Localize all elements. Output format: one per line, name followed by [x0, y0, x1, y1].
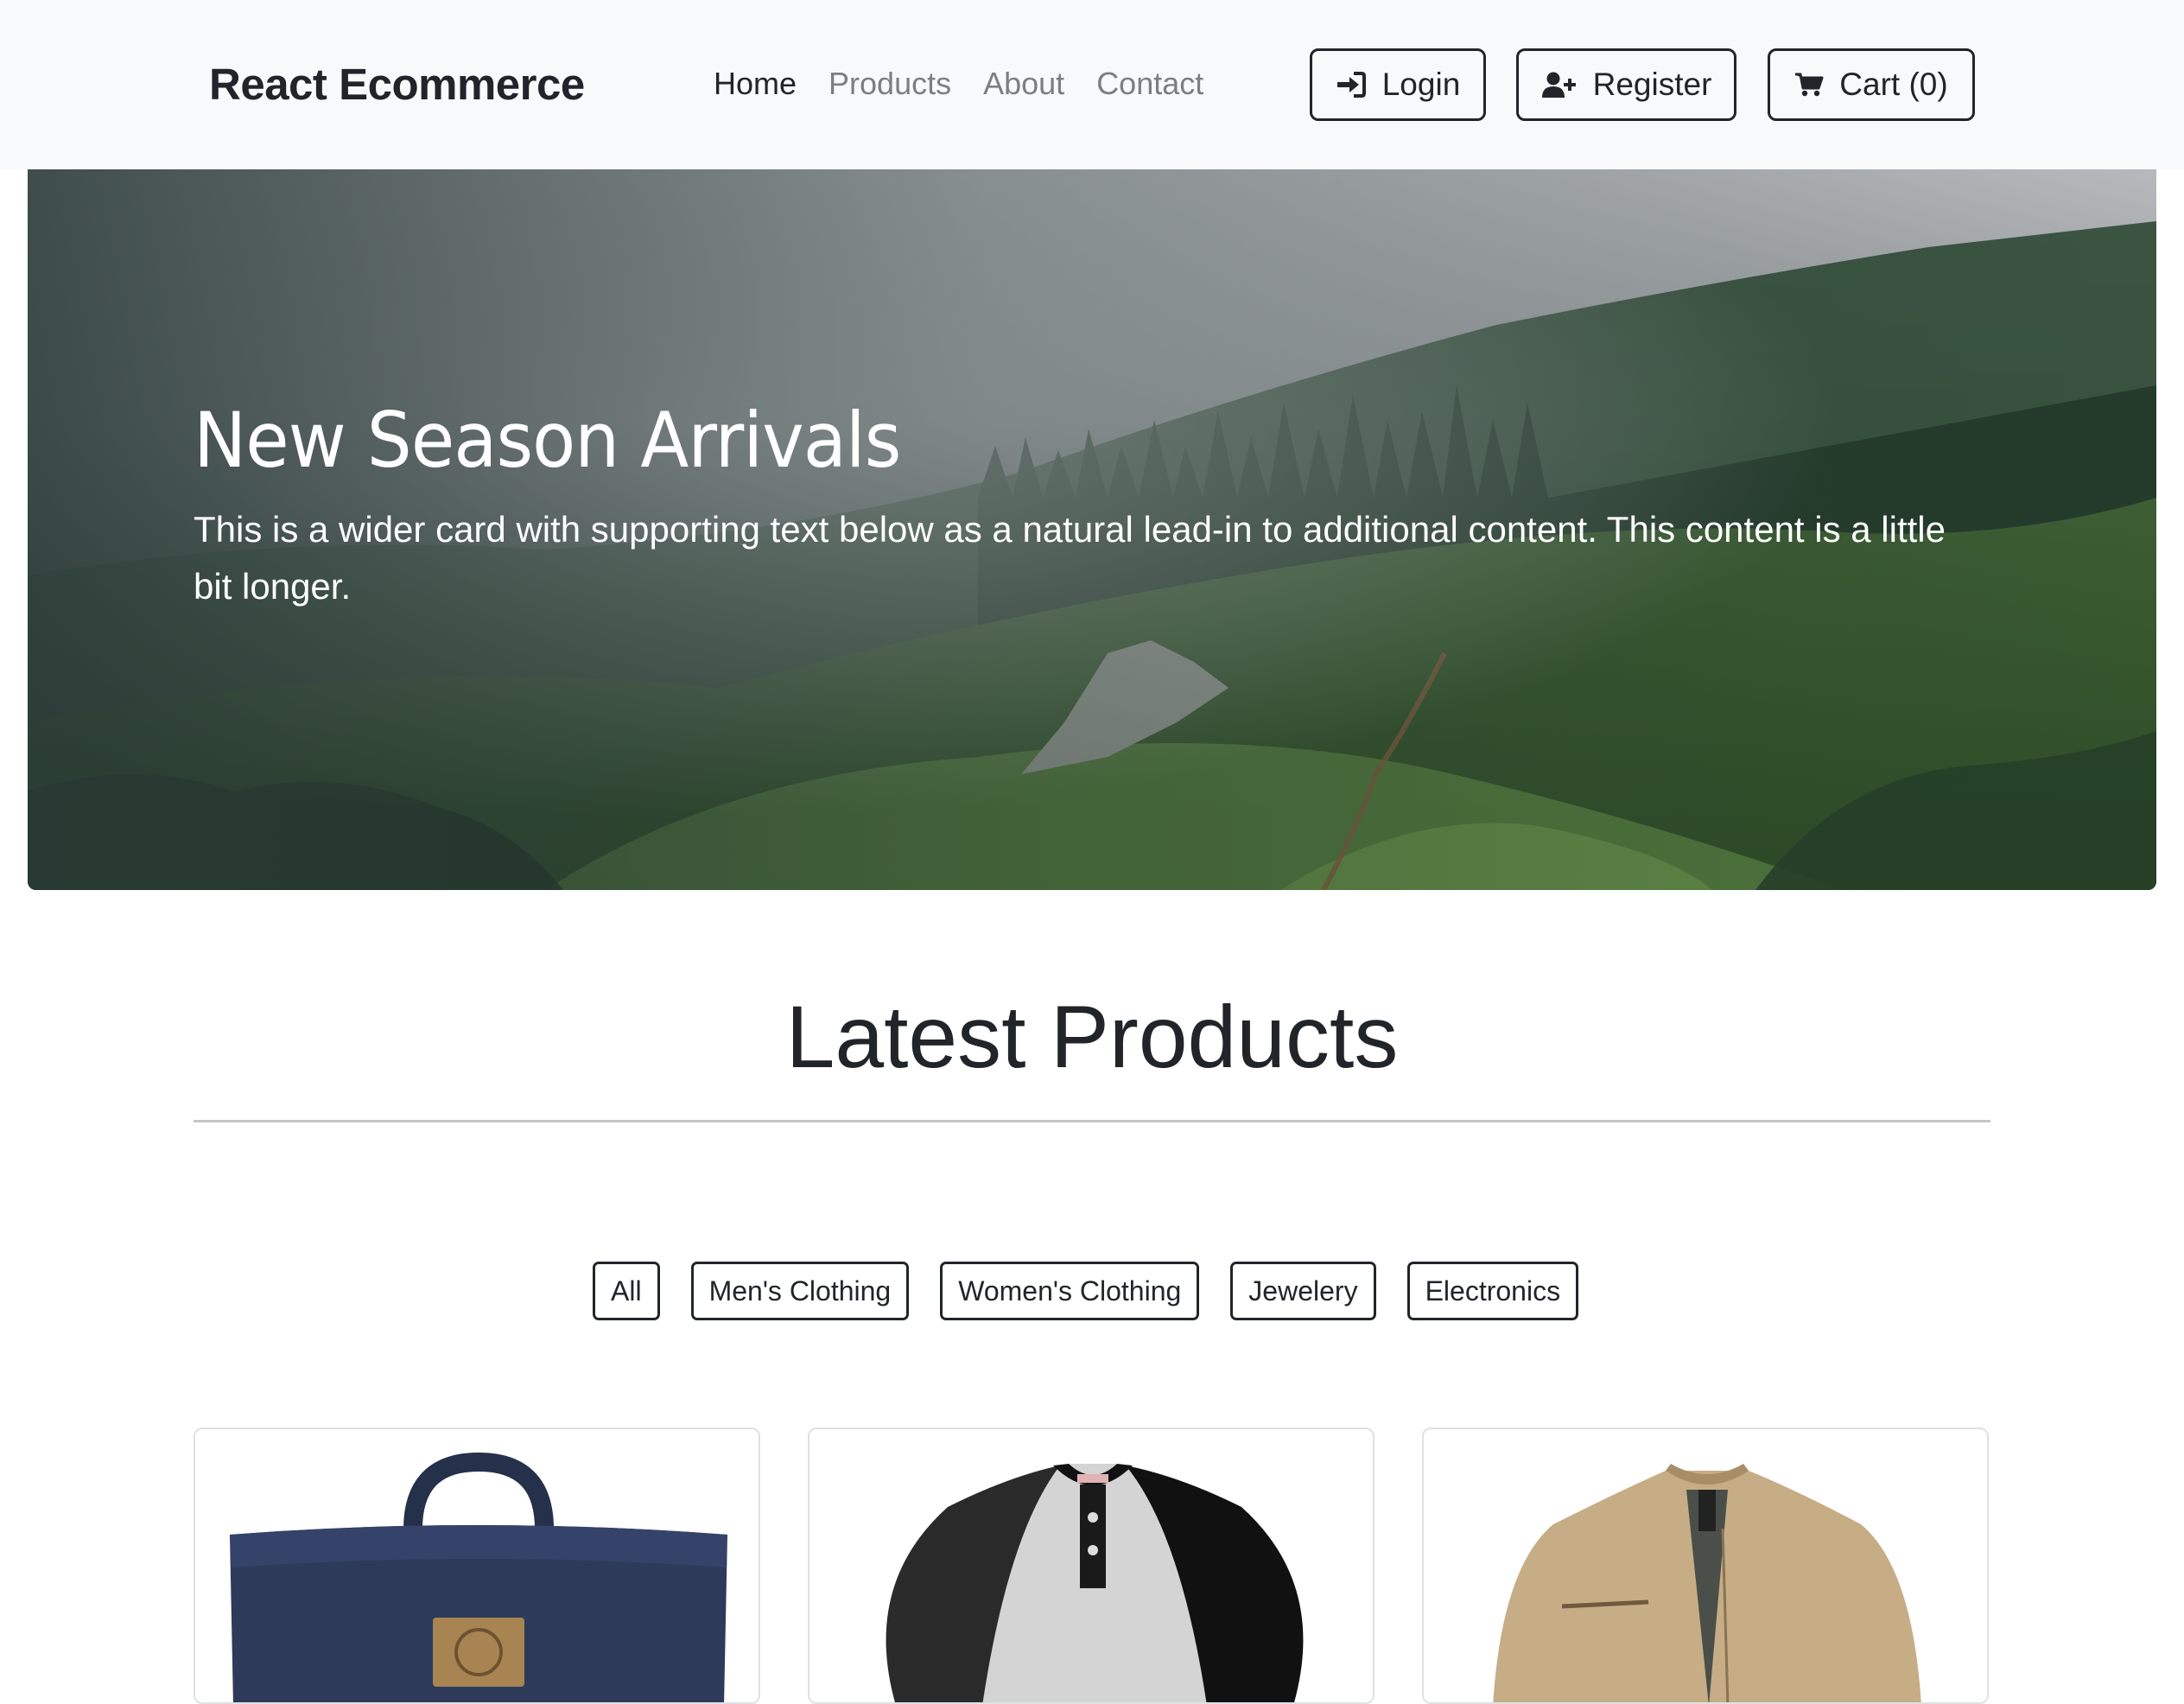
- login-button[interactable]: Login: [1310, 48, 1486, 121]
- sign-in-icon: [1336, 71, 1367, 99]
- nav-link-products[interactable]: Products: [829, 66, 951, 102]
- cart-label: Cart (0): [1839, 67, 1948, 102]
- register-label: Register: [1592, 67, 1712, 102]
- filter-womens-clothing-button[interactable]: Women's Clothing: [940, 1262, 1200, 1320]
- navbar: React Ecommerce Home Products About Cont…: [0, 0, 2184, 169]
- shopping-cart-icon: [1794, 72, 1824, 98]
- section-title: Latest Products: [785, 988, 1399, 1086]
- user-plus-icon: [1541, 71, 1578, 99]
- product-image-shirt: [886, 1464, 1304, 1702]
- filter-mens-clothing-button[interactable]: Men's Clothing: [690, 1262, 910, 1320]
- nav-link-about[interactable]: About: [983, 66, 1064, 102]
- filter-electronics-button[interactable]: Electronics: [1406, 1262, 1579, 1320]
- filter-all-button[interactable]: All: [593, 1262, 660, 1320]
- brand-logo[interactable]: React Ecommerce: [209, 59, 585, 110]
- product-card[interactable]: [1422, 1427, 1989, 1704]
- filter-jewelery-button[interactable]: Jewelery: [1230, 1262, 1376, 1320]
- product-image-backpack: [230, 1452, 727, 1702]
- register-button[interactable]: Register: [1516, 48, 1736, 121]
- section-divider: [194, 1120, 1990, 1122]
- login-label: Login: [1381, 67, 1461, 102]
- nav-link-home[interactable]: Home: [714, 66, 797, 102]
- nav-links: Home Products About Contact: [714, 66, 1203, 102]
- product-card[interactable]: [194, 1427, 760, 1704]
- hero-description: This is a wider card with supporting tex…: [194, 509, 1946, 607]
- product-card[interactable]: [808, 1427, 1375, 1704]
- nav-link-contact[interactable]: Contact: [1096, 66, 1203, 102]
- cart-button[interactable]: Cart (0): [1768, 48, 1975, 121]
- category-filters: All Men's Clothing Women's Clothing Jewe…: [593, 1262, 1579, 1320]
- hero-title: New Season Arrivals: [194, 396, 901, 485]
- product-image-jacket: [1493, 1464, 1921, 1702]
- hero-banner: New Season Arrivals This is a wider card…: [28, 169, 2156, 890]
